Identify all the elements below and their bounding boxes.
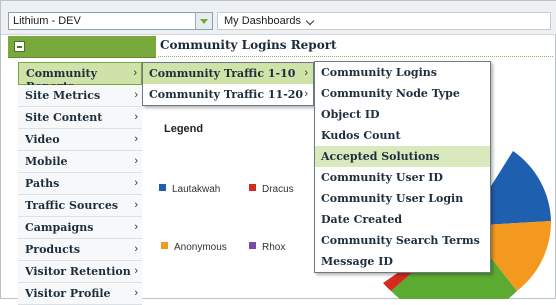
- menu-item-community-traffic-11-20[interactable]: Community Traffic 11-20 ›: [143, 84, 313, 105]
- menu-item-label: Message ID: [321, 255, 393, 268]
- chevron-right-icon: ›: [134, 177, 138, 189]
- sidebar-item-community-reports[interactable]: Community Reports ›: [18, 62, 142, 93]
- chevron-right-icon: ›: [134, 287, 138, 299]
- menu-item-community-user-login[interactable]: Community User Login: [315, 188, 490, 209]
- site-selector[interactable]: Lithium - DEV: [8, 12, 213, 30]
- chevron-down-icon[interactable]: [305, 16, 315, 26]
- sidebar-item-label: Video: [25, 133, 60, 146]
- sidebar-item-label: Traffic Sources: [25, 199, 119, 212]
- chevron-right-icon: ›: [134, 89, 138, 101]
- menu-item-label: Date Created: [321, 213, 403, 226]
- sidebar-item-label: Mobile: [25, 155, 68, 168]
- menu-item-kudos-count[interactable]: Kudos Count: [315, 125, 490, 146]
- chevron-down-icon[interactable]: [195, 13, 212, 29]
- menu-item-label: Community Search Terms: [321, 234, 480, 247]
- sidebar-item-label: Visitor Retention: [25, 265, 131, 278]
- my-dashboards-menu[interactable]: My Dashboards: [217, 12, 551, 30]
- menu-item-label: Accepted Solutions: [321, 150, 440, 163]
- legend-item-anonymous: Anonymous: [161, 242, 227, 253]
- top-toolbar: Lithium - DEV My Dashboards: [1, 1, 556, 35]
- menu-item-community-traffic-1-10[interactable]: Community Traffic 1-10 ›: [143, 63, 313, 84]
- sidebar-item-traffic-sources[interactable]: Traffic Sources ›: [18, 195, 142, 217]
- chevron-right-icon: ›: [134, 111, 138, 123]
- app-frame: Lithium - DEV My Dashboards Community Lo…: [0, 0, 556, 305]
- menu-item-label: Community Traffic 11-20: [149, 88, 304, 101]
- legend-item-dracus: Dracus: [249, 184, 294, 195]
- legend-swatch: [249, 242, 256, 249]
- legend-swatch: [161, 242, 168, 249]
- sidebar-item-visitor-retention[interactable]: Visitor Retention ›: [18, 261, 142, 283]
- community-reports-submenu: Community Traffic 1-10 › Community Traff…: [142, 62, 314, 106]
- title-divider: [158, 56, 553, 57]
- menu-item-label: Community User Login: [321, 192, 464, 205]
- sidebar-item-visitor-profile[interactable]: Visitor Profile ›: [18, 283, 142, 305]
- legend-title: Legend: [164, 123, 204, 135]
- chevron-right-icon: ›: [134, 265, 138, 277]
- legend-item-lautakwah: Lautakwah: [159, 184, 220, 195]
- chevron-right-icon: ›: [134, 133, 138, 145]
- legend-swatch: [249, 184, 256, 191]
- sidebar-item-products[interactable]: Products ›: [18, 239, 142, 261]
- chevron-right-icon: ›: [133, 67, 137, 79]
- menu-item-label: Kudos Count: [321, 129, 401, 142]
- sidebar-item-label: Site Content: [25, 111, 103, 124]
- legend-swatch: [159, 184, 166, 191]
- sidebar-item-paths[interactable]: Paths ›: [18, 173, 142, 195]
- menu-item-label: Community Logins: [321, 66, 437, 79]
- chevron-right-icon: ›: [304, 88, 308, 100]
- menu-item-label: Community User ID: [321, 171, 443, 184]
- sidebar-nav: Community Reports › Site Metrics › Site …: [18, 62, 142, 305]
- menu-item-community-logins[interactable]: Community Logins: [315, 62, 490, 83]
- chevron-right-icon: ›: [304, 67, 308, 79]
- sidebar-item-site-content[interactable]: Site Content ›: [18, 107, 142, 129]
- sidebar-item-label: Visitor Profile: [25, 287, 111, 300]
- menu-item-label: Object ID: [321, 108, 380, 121]
- legend-label: Rhox: [262, 242, 286, 253]
- sidebar-item-label: Campaigns: [25, 221, 94, 234]
- menu-item-message-id[interactable]: Message ID: [315, 251, 490, 272]
- sidebar-item-label: Paths: [25, 177, 60, 190]
- menu-item-community-search-terms[interactable]: Community Search Terms: [315, 230, 490, 251]
- sidebar-item-mobile[interactable]: Mobile ›: [18, 151, 142, 173]
- chevron-right-icon: ›: [134, 221, 138, 233]
- legend-label: Lautakwah: [172, 184, 221, 195]
- collapse-icon[interactable]: [14, 41, 25, 52]
- site-selector-value: Lithium - DEV: [13, 15, 81, 27]
- sidebar-header: [8, 36, 156, 58]
- menu-item-label: Community Node Type: [321, 87, 460, 100]
- menu-item-community-node-type[interactable]: Community Node Type: [315, 83, 490, 104]
- sidebar-item-site-metrics[interactable]: Site Metrics ›: [18, 85, 142, 107]
- legend-label: Anonymous: [174, 242, 227, 253]
- legend-item-rhox: Rhox: [249, 242, 285, 253]
- menu-item-community-user-id[interactable]: Community User ID: [315, 167, 490, 188]
- my-dashboards-label: My Dashboards: [224, 15, 302, 27]
- sidebar-item-label: Site Metrics: [25, 89, 101, 102]
- menu-item-label: Community Traffic 1-10: [149, 67, 296, 80]
- legend-label: Dracus: [262, 184, 294, 195]
- menu-item-object-id[interactable]: Object ID: [315, 104, 490, 125]
- menu-item-date-created[interactable]: Date Created: [315, 209, 490, 230]
- sidebar-item-label: Products: [25, 243, 81, 256]
- sidebar-item-video[interactable]: Video ›: [18, 129, 142, 151]
- sidebar-item-campaigns[interactable]: Campaigns ›: [18, 217, 142, 239]
- menu-item-accepted-solutions[interactable]: Accepted Solutions: [315, 146, 490, 167]
- chevron-right-icon: ›: [134, 155, 138, 167]
- page-title: Community Logins Report: [160, 38, 337, 52]
- community-traffic-reports-menu: Community Logins Community Node Type Obj…: [314, 61, 491, 273]
- chevron-right-icon: ›: [134, 199, 138, 211]
- chevron-right-icon: ›: [134, 243, 138, 255]
